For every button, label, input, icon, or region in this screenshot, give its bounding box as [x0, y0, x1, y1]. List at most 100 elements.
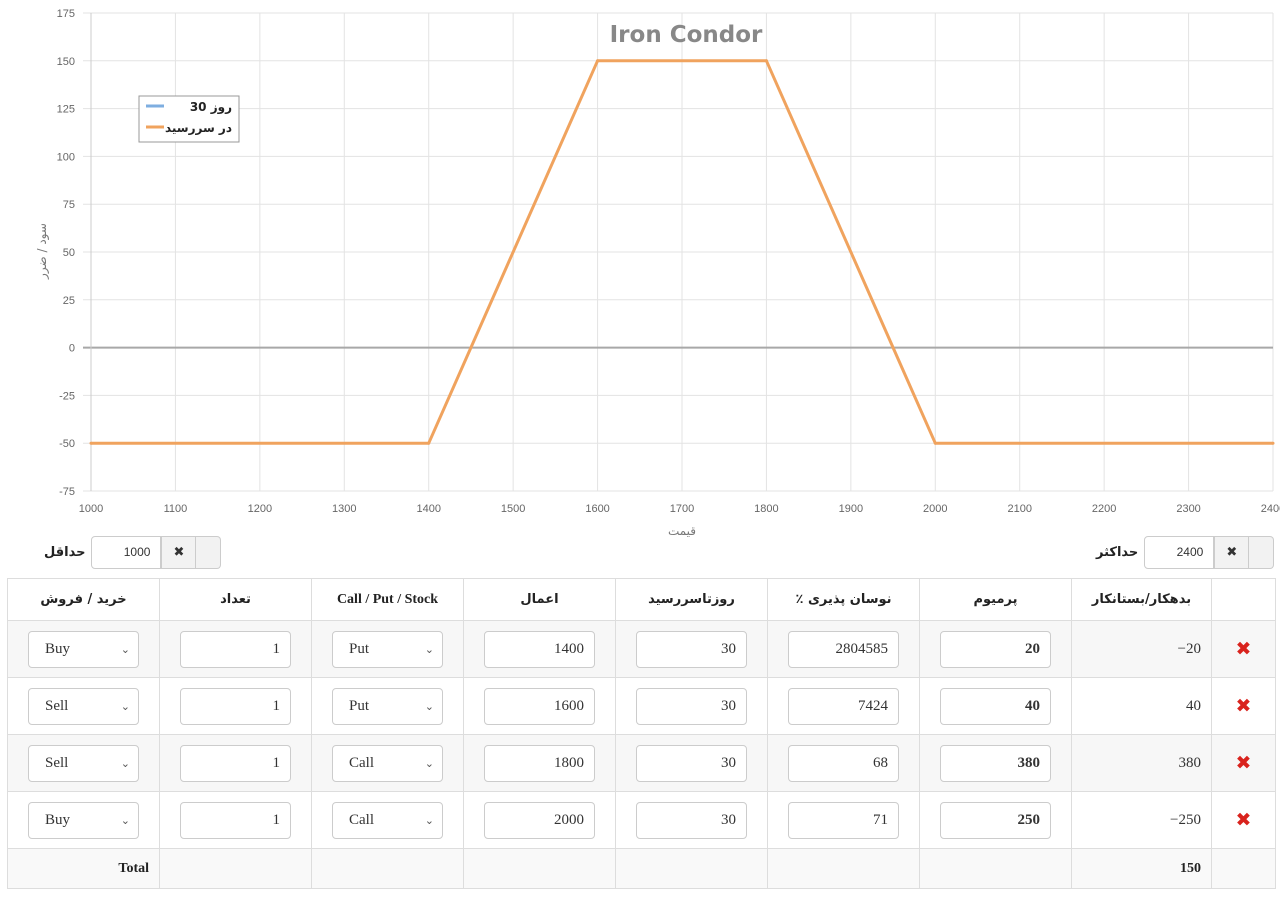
- delete-row-icon[interactable]: ✖: [1211, 677, 1276, 735]
- delete-row-icon[interactable]: ✖: [1211, 620, 1276, 678]
- days-input[interactable]: [636, 630, 747, 668]
- days-input[interactable]: [636, 687, 747, 725]
- y-tick-label: 75: [63, 199, 75, 211]
- quantity-input[interactable]: [180, 801, 291, 839]
- header-quantity: تعداد: [159, 578, 312, 621]
- header-type: Call / Put / Stock: [311, 578, 464, 621]
- type-select[interactable]: Put ⌄: [332, 687, 443, 725]
- strike-input[interactable]: [484, 801, 595, 839]
- x-tick-label: 2200: [1092, 503, 1116, 515]
- series-point: [1271, 441, 1275, 445]
- header-buy-sell: خرید / فروش: [7, 578, 160, 621]
- x-tick-label: 1700: [670, 503, 694, 515]
- max-dropdown-button[interactable]: [1249, 535, 1275, 569]
- min-input[interactable]: [91, 535, 162, 569]
- y-tick-label: 175: [57, 8, 75, 20]
- y-tick-label: 25: [63, 295, 75, 307]
- min-dropdown-button[interactable]: [196, 535, 222, 569]
- total-row: Total 150: [7, 848, 1276, 889]
- legend-item-30-day: 30 روز: [190, 100, 232, 115]
- action-select[interactable]: Buy ⌄: [28, 630, 139, 668]
- type-select[interactable]: Call ⌄: [332, 744, 443, 782]
- strike-input[interactable]: [484, 744, 595, 782]
- chevron-down-icon: ⌄: [424, 643, 434, 656]
- max-range-control: حداکثر ✖: [1096, 535, 1275, 569]
- iv-input[interactable]: [788, 801, 899, 839]
- clear-max-icon[interactable]: ✖: [1214, 535, 1250, 569]
- quantity-input[interactable]: [180, 687, 291, 725]
- y-tick-label: -25: [59, 390, 75, 402]
- quantity-input[interactable]: [180, 630, 291, 668]
- type-select[interactable]: Put ⌄: [332, 630, 443, 668]
- delete-row-icon[interactable]: ✖: [1211, 791, 1276, 849]
- x-tick-label: 2100: [1007, 503, 1031, 515]
- days-input[interactable]: [636, 801, 747, 839]
- debit-credit-value: 380: [1071, 734, 1212, 792]
- y-tick-label: 100: [57, 151, 75, 163]
- x-tick-label: 1500: [501, 503, 525, 515]
- x-tick-label: 2300: [1176, 503, 1200, 515]
- x-tick-label: 1000: [79, 503, 103, 515]
- max-label: حداکثر: [1096, 544, 1139, 560]
- table-header-row: خرید / فروش تعداد Call / Put / Stock اعم…: [7, 578, 1276, 621]
- action-select[interactable]: Sell ⌄: [28, 744, 139, 782]
- max-input[interactable]: [1144, 535, 1215, 569]
- debit-credit-value: 40: [1071, 677, 1212, 735]
- debit-credit-value: −20: [1071, 620, 1212, 678]
- y-tick-label: 50: [63, 247, 75, 259]
- x-tick-label: 1200: [248, 503, 272, 515]
- type-select[interactable]: Call ⌄: [332, 801, 443, 839]
- iv-input[interactable]: [788, 687, 899, 725]
- y-tick-label: -75: [59, 486, 75, 498]
- table-row: Buy⌄ Call⌄ −250 ✖: [7, 791, 1276, 849]
- legend-item-expiry: در سررسید: [165, 121, 232, 135]
- strike-input[interactable]: [484, 687, 595, 725]
- days-input[interactable]: [636, 744, 747, 782]
- y-tick-label: 125: [57, 104, 75, 116]
- series-point: [933, 441, 937, 445]
- header-days: روزتاسررسید: [615, 578, 768, 621]
- premium-input[interactable]: [940, 687, 1051, 725]
- strike-input[interactable]: [484, 630, 595, 668]
- series-point: [427, 441, 431, 445]
- clear-min-icon[interactable]: ✖: [161, 535, 197, 569]
- x-tick-label: 1900: [839, 503, 863, 515]
- y-tick-label: 150: [57, 56, 75, 68]
- series-point: [596, 59, 600, 63]
- premium-input[interactable]: [940, 801, 1051, 839]
- chevron-down-icon: ⌄: [120, 757, 130, 770]
- quantity-input[interactable]: [180, 744, 291, 782]
- total-value: 150: [1071, 848, 1212, 889]
- min-label: حداقل: [44, 544, 86, 560]
- action-select[interactable]: Sell ⌄: [28, 687, 139, 725]
- payoff-chart: 1000 1100 1200 1300 1400 1500 1600 1700 1800 1900…: [35, 8, 1280, 538]
- action-select[interactable]: Buy ⌄: [28, 801, 139, 839]
- debit-credit-value: −250: [1071, 791, 1212, 849]
- chevron-down-icon: ⌄: [424, 700, 434, 713]
- total-label: Total: [7, 848, 160, 889]
- iv-input[interactable]: [788, 744, 899, 782]
- chart-title: Iron Condor: [610, 22, 763, 48]
- iv-input[interactable]: [788, 630, 899, 668]
- y-axis-label: سود / ضرر: [35, 223, 50, 280]
- premium-input[interactable]: [940, 744, 1051, 782]
- y-tick-label: 0: [69, 343, 75, 355]
- table-row: Sell⌄ Put⌄ 40 ✖: [7, 677, 1276, 735]
- header-strike: اعمال: [463, 578, 616, 621]
- option-legs-table: خرید / فروش تعداد Call / Put / Stock اعم…: [7, 578, 1276, 889]
- premium-input[interactable]: [940, 630, 1051, 668]
- x-tick-label: 1400: [416, 503, 440, 515]
- chart-legend[interactable]: 30 روز در سررسید: [138, 95, 240, 143]
- chevron-down-icon: ⌄: [424, 814, 434, 827]
- header-iv: ٪ نوسان پذیری: [767, 578, 920, 621]
- x-tick-label: 1600: [585, 503, 609, 515]
- chevron-down-icon: ⌄: [120, 643, 130, 656]
- table-row: Sell⌄ Call⌄ 380 ✖: [7, 734, 1276, 792]
- header-premium: پرمیوم: [919, 578, 1072, 621]
- delete-row-icon[interactable]: ✖: [1211, 734, 1276, 792]
- header-debit-credit: بدهکار/بستانکار: [1071, 578, 1212, 621]
- chevron-down-icon: ⌄: [424, 757, 434, 770]
- x-tick-label: 1300: [332, 503, 356, 515]
- y-tick-label: -50: [59, 438, 75, 450]
- chevron-down-icon: ⌄: [120, 700, 130, 713]
